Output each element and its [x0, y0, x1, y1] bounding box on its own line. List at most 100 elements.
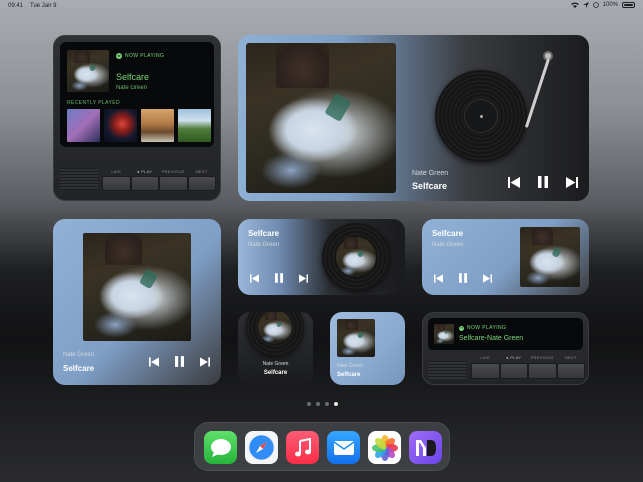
- device-screen: NOW PLAYING Selfcare-Nate Green: [428, 318, 583, 350]
- previous-button[interactable]: [250, 273, 259, 283]
- location-icon: [582, 2, 589, 8]
- messages-app[interactable]: [204, 431, 237, 464]
- previous-button[interactable]: [508, 176, 520, 188]
- pause-icon: [275, 273, 283, 283]
- small-vinyl-widget[interactable]: Nate Green Selfcare: [238, 312, 313, 385]
- photos-icon: [371, 434, 398, 461]
- status-time: 09:41: [8, 3, 24, 9]
- page-dot[interactable]: [307, 402, 311, 406]
- battery-icon: [622, 2, 635, 8]
- pause-icon: [175, 356, 184, 367]
- page-dot[interactable]: [316, 402, 320, 406]
- album-art: [67, 50, 109, 92]
- alarm-icon: [592, 2, 599, 8]
- status-bar: 09:41 Tue Jan 9 100%: [0, 0, 643, 12]
- like-key[interactable]: [102, 176, 131, 191]
- pause-icon: [459, 273, 467, 283]
- pause-button[interactable]: [538, 176, 548, 188]
- spotify-icon: [459, 325, 464, 331]
- page-dot-active[interactable]: [334, 402, 338, 406]
- track-artist: Nate Green: [432, 242, 464, 248]
- album-art: [83, 233, 191, 341]
- status-date: Tue Jan 9: [30, 3, 57, 9]
- mail-app[interactable]: [327, 431, 360, 464]
- now-playing-label: NOW PLAYING: [125, 53, 165, 59]
- next-icon: [483, 273, 492, 283]
- recent-tile[interactable]: [104, 109, 137, 142]
- now-playing-header: NOW PLAYING: [459, 325, 506, 331]
- previous-key[interactable]: [528, 363, 557, 379]
- album-art: [336, 237, 376, 277]
- device-widget-small[interactable]: NOW PLAYING Selfcare-Nate Green LIKE ● P…: [422, 312, 589, 385]
- pause-icon: [538, 176, 548, 188]
- track-artist: Nate Green: [248, 242, 280, 248]
- playback-controls: [149, 356, 210, 367]
- device-key-labels: LIKE ● PLAY PREVIOUS NEXT: [111, 169, 208, 174]
- pause-button[interactable]: [459, 273, 467, 283]
- previous-button[interactable]: [434, 273, 443, 283]
- pause-button[interactable]: [275, 273, 283, 283]
- previous-icon: [149, 356, 159, 367]
- device-keys: [102, 176, 216, 191]
- track-title: Selfcare: [432, 229, 464, 238]
- track-artist: Nate Green: [116, 85, 148, 91]
- square-player-widget[interactable]: Nate Green Selfcare: [53, 219, 221, 385]
- track-artist: Nate Green: [337, 363, 363, 369]
- m-logo-icon: [415, 439, 436, 456]
- next-icon: [299, 273, 308, 283]
- recently-played-label: RECENTLY PLAYED: [67, 100, 120, 106]
- track-title: Selfcare: [412, 181, 448, 191]
- playback-controls: [434, 273, 492, 283]
- now-playing-header: NOW PLAYING: [116, 53, 164, 59]
- track-combined: Selfcare-Nate Green: [459, 335, 524, 342]
- small-art-widget[interactable]: Nate Green Selfcare: [330, 312, 405, 385]
- previous-icon: [508, 176, 520, 188]
- device-keys: [471, 363, 585, 379]
- vinyl-record: [322, 223, 390, 291]
- large-player-widget[interactable]: Nate Green Selfcare: [238, 35, 589, 201]
- next-button[interactable]: [483, 273, 492, 283]
- next-button[interactable]: [566, 176, 578, 188]
- previous-button[interactable]: [149, 356, 159, 367]
- battery-percent: 100%: [602, 2, 618, 8]
- speaker-grille: [60, 168, 98, 190]
- album-art: [520, 227, 580, 287]
- device-screen: NOW PLAYING Selfcare Nate Green RECENTLY…: [60, 42, 214, 147]
- page-dot[interactable]: [325, 402, 329, 406]
- next-icon: [566, 176, 578, 188]
- track-title: Selfcare: [116, 72, 150, 82]
- recent-tile[interactable]: [67, 109, 100, 142]
- next-key[interactable]: [556, 363, 585, 379]
- next-button[interactable]: [299, 273, 308, 283]
- safari-app[interactable]: [245, 431, 278, 464]
- album-art: [258, 312, 292, 344]
- safari-icon: [248, 434, 275, 461]
- play-key[interactable]: [130, 176, 159, 191]
- status-indicators: 100%: [570, 2, 635, 8]
- track-artist: Nate Green: [63, 352, 95, 358]
- recent-tile[interactable]: [178, 109, 211, 142]
- recent-tile[interactable]: [141, 109, 174, 142]
- track-artist: Nate Green: [412, 170, 449, 177]
- next-key[interactable]: [187, 176, 216, 191]
- previous-key[interactable]: [159, 176, 188, 191]
- like-key[interactable]: [471, 363, 500, 379]
- medium-vinyl-widget[interactable]: Selfcare Nate Green: [238, 219, 405, 295]
- track-artist: Nate Green: [262, 361, 289, 367]
- music-icon: [294, 437, 311, 456]
- track-title: Selfcare: [248, 229, 280, 238]
- widget-app[interactable]: [409, 431, 442, 464]
- photos-app[interactable]: [368, 431, 401, 464]
- album-art: [434, 324, 454, 344]
- music-app[interactable]: [286, 431, 319, 464]
- pause-button[interactable]: [175, 356, 184, 367]
- medium-art-widget[interactable]: Selfcare Nate Green: [422, 219, 589, 295]
- previous-icon: [250, 273, 259, 283]
- album-art: [246, 43, 396, 193]
- device-widget-large[interactable]: NOW PLAYING Selfcare Nate Green RECENTLY…: [53, 35, 221, 201]
- page-indicator[interactable]: [307, 402, 338, 406]
- play-key[interactable]: [499, 363, 528, 379]
- track-title: Selfcare: [63, 364, 95, 373]
- speaker-grille: [428, 361, 466, 379]
- next-button[interactable]: [200, 356, 210, 367]
